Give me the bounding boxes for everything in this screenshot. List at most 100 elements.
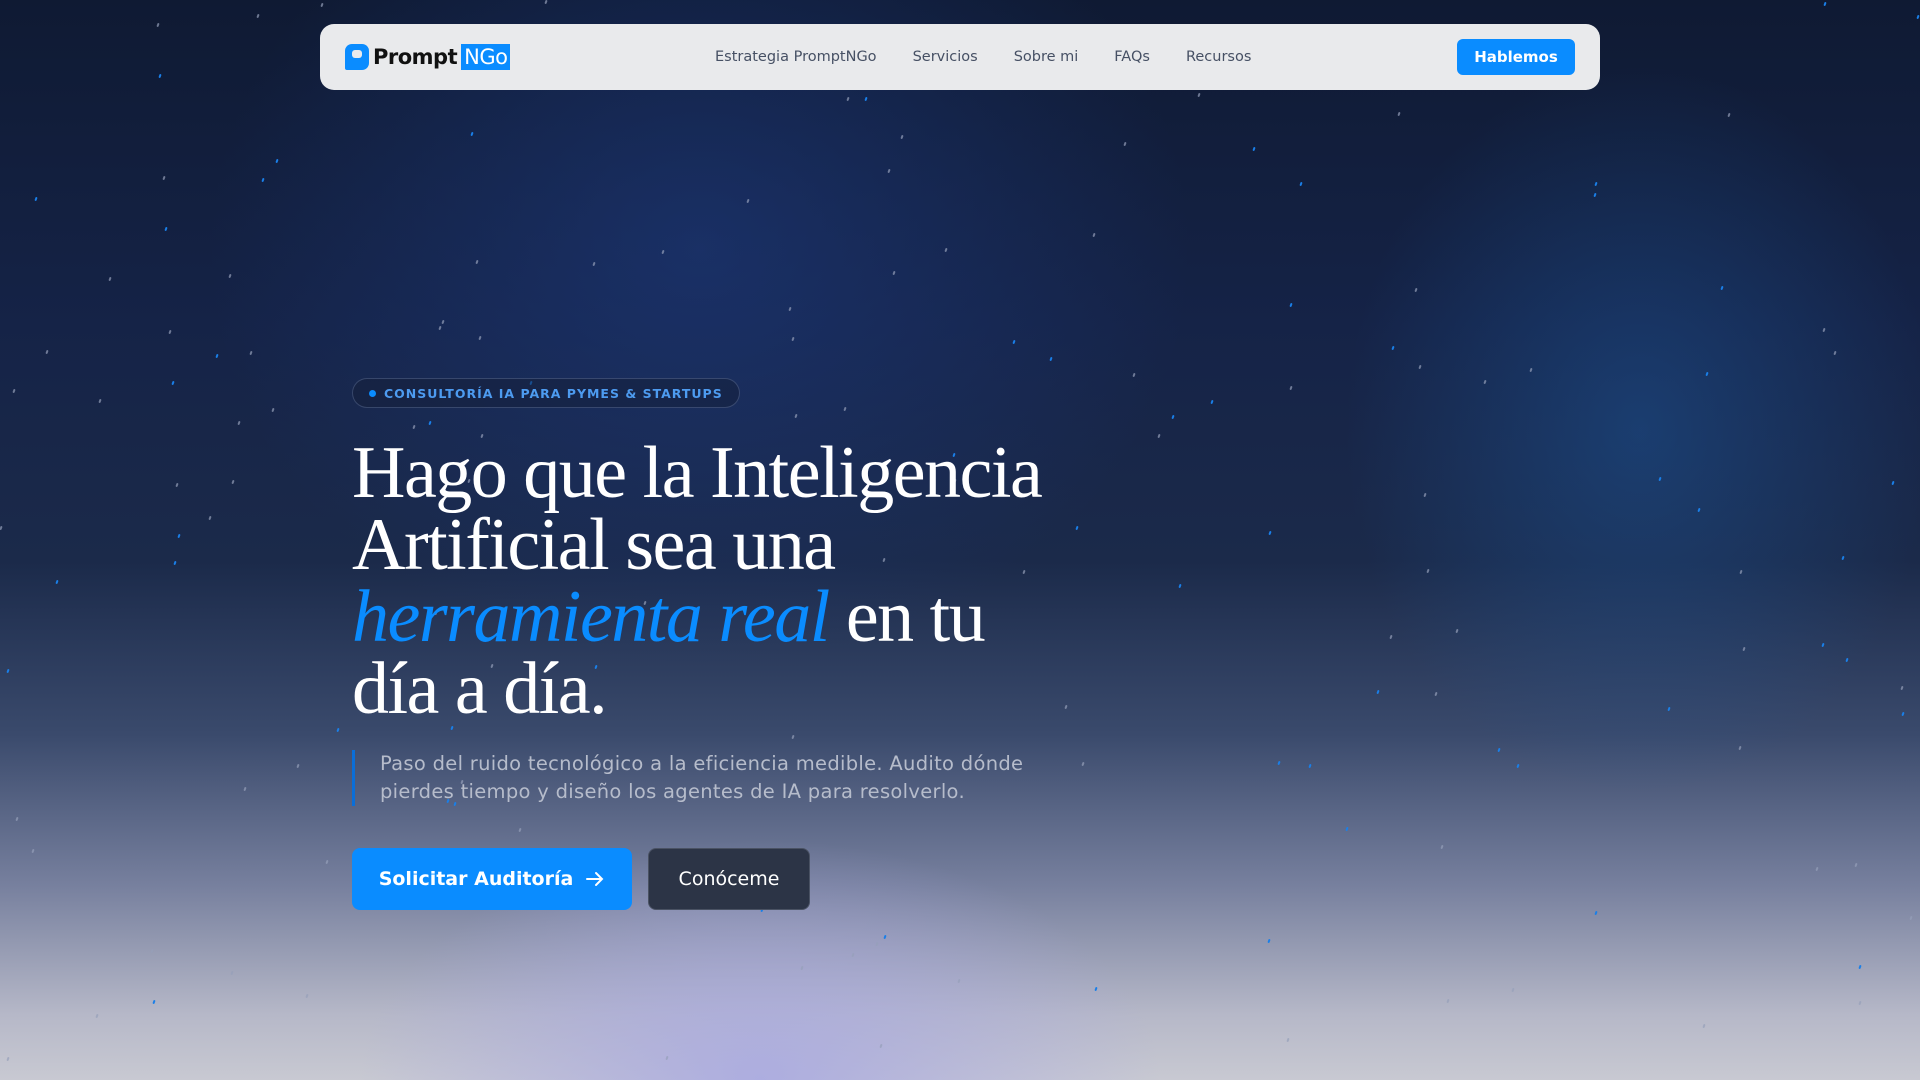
star <box>230 970 234 976</box>
star <box>95 1014 99 1019</box>
star <box>1821 643 1825 648</box>
star <box>1197 93 1201 98</box>
star <box>1916 15 1920 20</box>
navbar: Prompt NGo Estrategia PromptNGo Servicio… <box>320 24 1600 90</box>
star <box>261 177 265 182</box>
star <box>208 516 212 521</box>
star <box>592 261 596 267</box>
star <box>1667 706 1671 711</box>
star <box>1901 711 1905 716</box>
star <box>1510 987 1515 993</box>
hablemos-button[interactable]: Hablemos <box>1457 39 1575 75</box>
star <box>1742 646 1746 652</box>
star <box>800 965 804 970</box>
star <box>168 329 173 334</box>
star <box>1821 327 1826 333</box>
star <box>156 22 160 27</box>
star <box>1446 998 1451 1003</box>
star <box>0 525 3 531</box>
star <box>1123 142 1127 147</box>
star <box>1815 866 1819 872</box>
star <box>1344 826 1349 832</box>
nav-link-faqs[interactable]: FAQs <box>1114 49 1150 65</box>
star <box>170 380 175 386</box>
star <box>1170 414 1175 420</box>
hero-title: Hago que la Inteligencia Artificial sea … <box>352 436 1072 726</box>
star <box>427 421 432 426</box>
star <box>256 13 260 18</box>
star <box>1696 508 1701 513</box>
star <box>1594 181 1598 187</box>
star <box>1075 526 1079 531</box>
star <box>1455 629 1460 634</box>
primary-button-label: Solicitar Auditoría <box>378 868 574 890</box>
star <box>1132 372 1136 377</box>
arrow-right-icon <box>586 872 604 886</box>
star <box>152 1000 156 1005</box>
star <box>746 198 750 203</box>
logo[interactable]: Prompt NGo <box>345 44 511 70</box>
star <box>1414 287 1419 293</box>
star <box>478 336 482 341</box>
star <box>6 1056 10 1061</box>
star <box>1397 111 1401 116</box>
star <box>325 859 330 864</box>
star <box>846 96 850 101</box>
solicitar-auditoria-button[interactable]: Solicitar Auditoría <box>352 848 632 910</box>
star <box>1483 379 1487 385</box>
star <box>661 250 666 255</box>
star <box>1704 371 1709 377</box>
star <box>275 158 279 164</box>
star <box>1858 964 1862 970</box>
star <box>1389 635 1393 640</box>
star <box>177 534 181 539</box>
nav-link-servicios[interactable]: Servicios <box>913 49 978 65</box>
star <box>1738 745 1743 751</box>
star <box>665 1055 669 1060</box>
star <box>237 421 241 426</box>
star <box>228 273 232 279</box>
star <box>1426 569 1430 574</box>
star <box>162 175 166 181</box>
star <box>475 259 479 264</box>
star <box>1081 762 1086 767</box>
title-part1: Hago que la Inteligencia Artificial sea … <box>352 432 1043 586</box>
star <box>1909 915 1913 921</box>
star <box>215 354 219 359</box>
star <box>851 952 856 958</box>
star <box>1209 400 1214 405</box>
star <box>544 0 548 5</box>
star <box>1900 685 1904 691</box>
star <box>271 407 275 413</box>
star <box>150 948 154 954</box>
star <box>12 388 17 393</box>
nav-link-estrategia[interactable]: Estrategia PromptNGo <box>715 49 877 65</box>
star <box>6 668 10 674</box>
star <box>1094 986 1098 991</box>
star <box>1267 938 1271 944</box>
star <box>470 131 474 137</box>
star <box>441 319 445 324</box>
star <box>305 993 309 999</box>
star <box>900 134 904 140</box>
star <box>790 735 795 740</box>
star <box>98 398 102 403</box>
title-highlight: herramienta real <box>352 576 830 658</box>
nav-link-sobre-mi[interactable]: Sobre mi <box>1014 49 1079 65</box>
nav-link-recursos[interactable]: Recursos <box>1186 49 1251 65</box>
star <box>1516 764 1520 769</box>
star <box>1268 530 1272 535</box>
hero-lead: Paso del ruido tecnológico a la eficienc… <box>352 750 1052 806</box>
star <box>1833 350 1837 356</box>
star <box>1658 476 1662 481</box>
star <box>879 1044 883 1049</box>
star <box>887 168 892 174</box>
star <box>794 413 798 419</box>
conoceme-button[interactable]: Conóceme <box>648 848 810 910</box>
star <box>1252 146 1257 152</box>
star <box>164 227 168 232</box>
star <box>1299 181 1303 187</box>
star <box>1157 433 1161 439</box>
star <box>1434 691 1438 696</box>
star <box>1845 657 1849 663</box>
